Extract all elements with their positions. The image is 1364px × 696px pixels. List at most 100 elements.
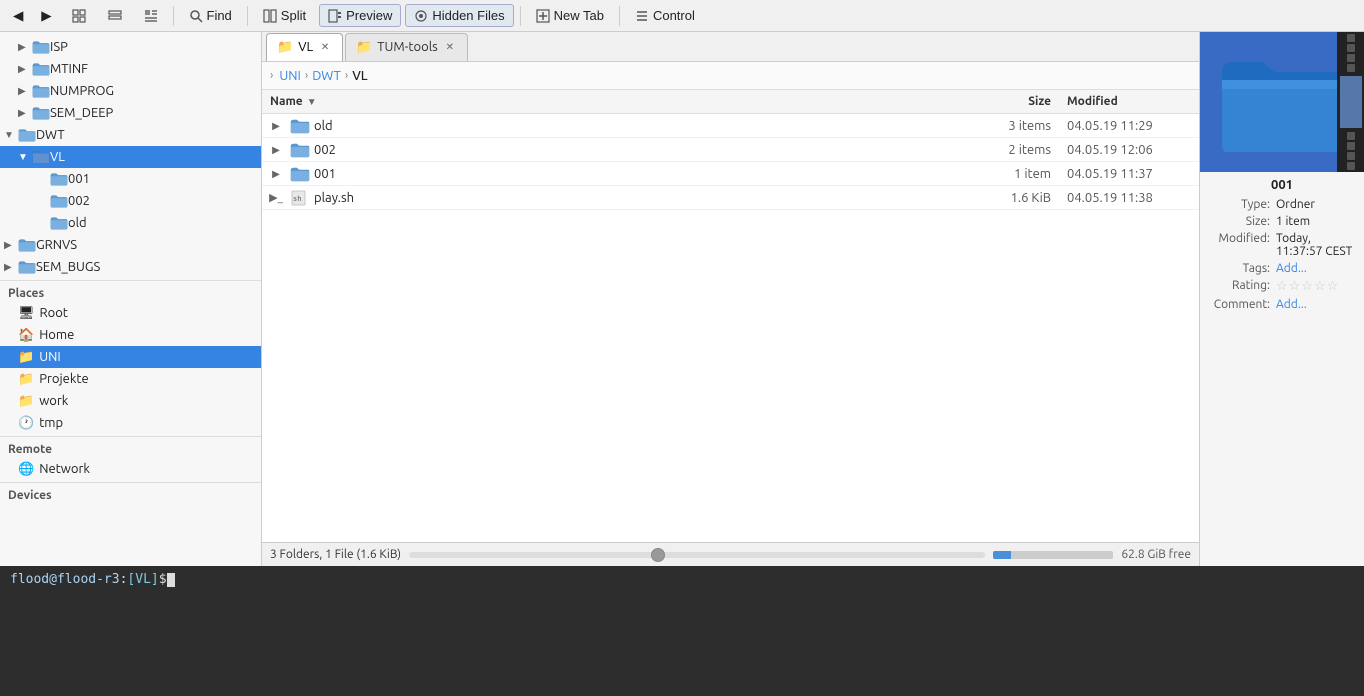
expand-playsh[interactable]: ▶_ bbox=[266, 191, 286, 204]
sidebar-place-work[interactable]: 📁 work bbox=[0, 390, 261, 412]
split-button[interactable]: Split bbox=[254, 4, 315, 27]
folder-icon-vl bbox=[32, 149, 50, 165]
preview-comment-label: Comment: bbox=[1208, 298, 1276, 311]
preview-tags-link[interactable]: Add... bbox=[1276, 262, 1307, 275]
hidden-files-icon bbox=[414, 9, 428, 23]
preview-type-value: Ordner bbox=[1276, 198, 1356, 211]
sidebar-item-001[interactable]: 001 bbox=[0, 168, 261, 190]
control-icon bbox=[635, 9, 649, 23]
terminal-user: flood bbox=[10, 572, 49, 587]
work-folder-icon: 📁 bbox=[18, 394, 34, 409]
terminal-colon: : bbox=[120, 572, 128, 587]
tab-tum-tools[interactable]: 📁 TUM-tools ✕ bbox=[345, 33, 468, 61]
tab-vl-close[interactable]: ✕ bbox=[318, 40, 332, 54]
sidebar-item-sem-deep[interactable]: ▶ SEM_DEEP bbox=[0, 102, 261, 124]
preview-button[interactable]: Preview bbox=[319, 4, 401, 27]
sidebar-item-mtinf[interactable]: ▶ MTINF bbox=[0, 58, 261, 80]
preview-stars[interactable]: ☆☆☆☆☆ bbox=[1276, 279, 1339, 294]
terminal[interactable]: flood @ flood-r3 : [VL] $ bbox=[0, 566, 1364, 696]
tab-vl[interactable]: 📁 VL ✕ bbox=[266, 33, 343, 61]
file-row-002[interactable]: ▶ 002 2 items 04.05.19 12:06 bbox=[262, 138, 1199, 162]
folder-icon-grnvs bbox=[18, 237, 36, 253]
back-button[interactable]: ◀ bbox=[6, 4, 30, 28]
expand-001[interactable]: ▶ bbox=[266, 168, 286, 180]
status-slider-thumb bbox=[651, 548, 665, 562]
hidden-files-button[interactable]: Hidden Files bbox=[405, 4, 513, 27]
status-free-text: 62.8 GiB free bbox=[1121, 548, 1191, 561]
sidebar-item-002[interactable]: 002 bbox=[0, 190, 261, 212]
sidebar-item-vl[interactable]: ▼ VL bbox=[0, 146, 261, 168]
expand-002[interactable]: ▶ bbox=[266, 144, 286, 156]
filmstrip-hole-6 bbox=[1347, 142, 1355, 150]
root-icon: 🖥 bbox=[18, 306, 35, 321]
find-button[interactable]: Find bbox=[180, 4, 241, 27]
preview-comment-link[interactable]: Add... bbox=[1276, 298, 1307, 311]
tree-arrow-dwt: ▼ bbox=[4, 129, 18, 141]
sidebar-place-projekte[interactable]: 📁 Projekte bbox=[0, 368, 261, 390]
network-icon: 🌐 bbox=[18, 462, 34, 477]
sidebar-label-grnvs: GRNVS bbox=[36, 238, 77, 252]
preview-title: 001 bbox=[1271, 172, 1293, 196]
filmstrip-hole-3 bbox=[1347, 54, 1355, 62]
tab-tum-tools-close[interactable]: ✕ bbox=[443, 40, 457, 54]
breadcrumb: › UNI › DWT › VL bbox=[262, 62, 1199, 90]
file-size-playsh: 1.6 KiB bbox=[979, 189, 1059, 207]
sidebar-divider-3 bbox=[0, 482, 261, 483]
col-name-header[interactable]: Name ▼ bbox=[262, 93, 979, 110]
preview-rating-label: Rating: bbox=[1208, 279, 1276, 292]
file-folder-icon-002 bbox=[290, 142, 310, 158]
filmstrip-hole-2 bbox=[1347, 44, 1355, 52]
file-row-002-name: ▶ 002 bbox=[262, 140, 979, 160]
sidebar-label-child-002: 002 bbox=[68, 194, 90, 208]
devices-section-label: Devices bbox=[0, 485, 261, 504]
view-detail-button[interactable] bbox=[135, 5, 167, 27]
uni-folder-icon: 📁 bbox=[18, 350, 34, 365]
filmstrip-hole-5 bbox=[1347, 132, 1355, 140]
sidebar-place-root[interactable]: 🖥 Root bbox=[0, 302, 261, 324]
sidebar-item-sem-bugs[interactable]: ▶ SEM_BUGS bbox=[0, 256, 261, 278]
sidebar-item-dwt[interactable]: ▼ DWT bbox=[0, 124, 261, 146]
preview-comment-row: Comment: Add... bbox=[1208, 296, 1356, 313]
status-slider[interactable] bbox=[409, 552, 985, 558]
sidebar-place-tmp[interactable]: 🕐 tmp bbox=[0, 412, 261, 434]
file-row-old[interactable]: ▶ old 3 items 04.05.19 11:29 bbox=[262, 114, 1199, 138]
col-modified-header[interactable]: Modified bbox=[1059, 93, 1199, 110]
new-tab-button[interactable]: New Tab bbox=[527, 4, 613, 27]
status-space-free bbox=[1011, 551, 1113, 559]
sidebar-remote-network[interactable]: 🌐 Network bbox=[0, 458, 261, 480]
col-size-header[interactable]: Size bbox=[979, 93, 1059, 110]
folder-icon-002 bbox=[50, 193, 68, 209]
sidebar-label-sem-deep: SEM_DEEP bbox=[50, 106, 113, 120]
sidebar-label-child-001: 001 bbox=[68, 172, 90, 186]
tabs-bar: 📁 VL ✕ 📁 TUM-tools ✕ bbox=[262, 32, 1199, 62]
status-bar: 3 Folders, 1 File (1.6 KiB) 62.8 GiB fre… bbox=[262, 542, 1199, 566]
file-modified-old: 04.05.19 11:29 bbox=[1059, 117, 1199, 135]
preview-tags-row: Tags: Add... bbox=[1208, 260, 1356, 277]
file-size-002: 2 items bbox=[979, 141, 1059, 159]
sidebar-label-uni: UNI bbox=[39, 350, 61, 364]
sidebar-place-uni[interactable]: 📁 UNI bbox=[0, 346, 261, 368]
sidebar-item-isp[interactable]: ▶ ISP bbox=[0, 36, 261, 58]
sidebar-label-sem-bugs: SEM_BUGS bbox=[36, 260, 100, 274]
sidebar-item-numprog[interactable]: ▶ NUMPROG bbox=[0, 80, 261, 102]
sidebar-place-home[interactable]: 🏠 Home bbox=[0, 324, 261, 346]
file-label-001: 001 bbox=[314, 167, 336, 181]
breadcrumb-uni[interactable]: UNI bbox=[279, 69, 301, 83]
file-row-001[interactable]: ▶ 001 1 item 04.05.19 11:37 bbox=[262, 162, 1199, 186]
breadcrumb-dwt[interactable]: DWT bbox=[312, 69, 341, 83]
file-row-old-name: ▶ old bbox=[262, 116, 979, 136]
forward-button[interactable]: ▶ bbox=[34, 4, 58, 28]
control-button[interactable]: Control bbox=[626, 4, 704, 27]
sidebar-item-grnvs[interactable]: ▶ GRNVS bbox=[0, 234, 261, 256]
sidebar-item-old[interactable]: old bbox=[0, 212, 261, 234]
home-icon: 🏠 bbox=[18, 328, 34, 343]
file-folder-icon-001 bbox=[290, 166, 310, 182]
detail-icon bbox=[144, 9, 158, 23]
terminal-at: @ bbox=[49, 572, 57, 587]
expand-old[interactable]: ▶ bbox=[266, 120, 286, 132]
folder-icon-001 bbox=[50, 171, 68, 187]
view-grid-button[interactable] bbox=[63, 5, 95, 27]
breadcrumb-sep-2: › bbox=[345, 69, 348, 82]
file-row-playsh[interactable]: ▶_ sh play.sh 1.6 KiB 04.05.19 11:38 bbox=[262, 186, 1199, 210]
view-list-button[interactable] bbox=[99, 5, 131, 27]
